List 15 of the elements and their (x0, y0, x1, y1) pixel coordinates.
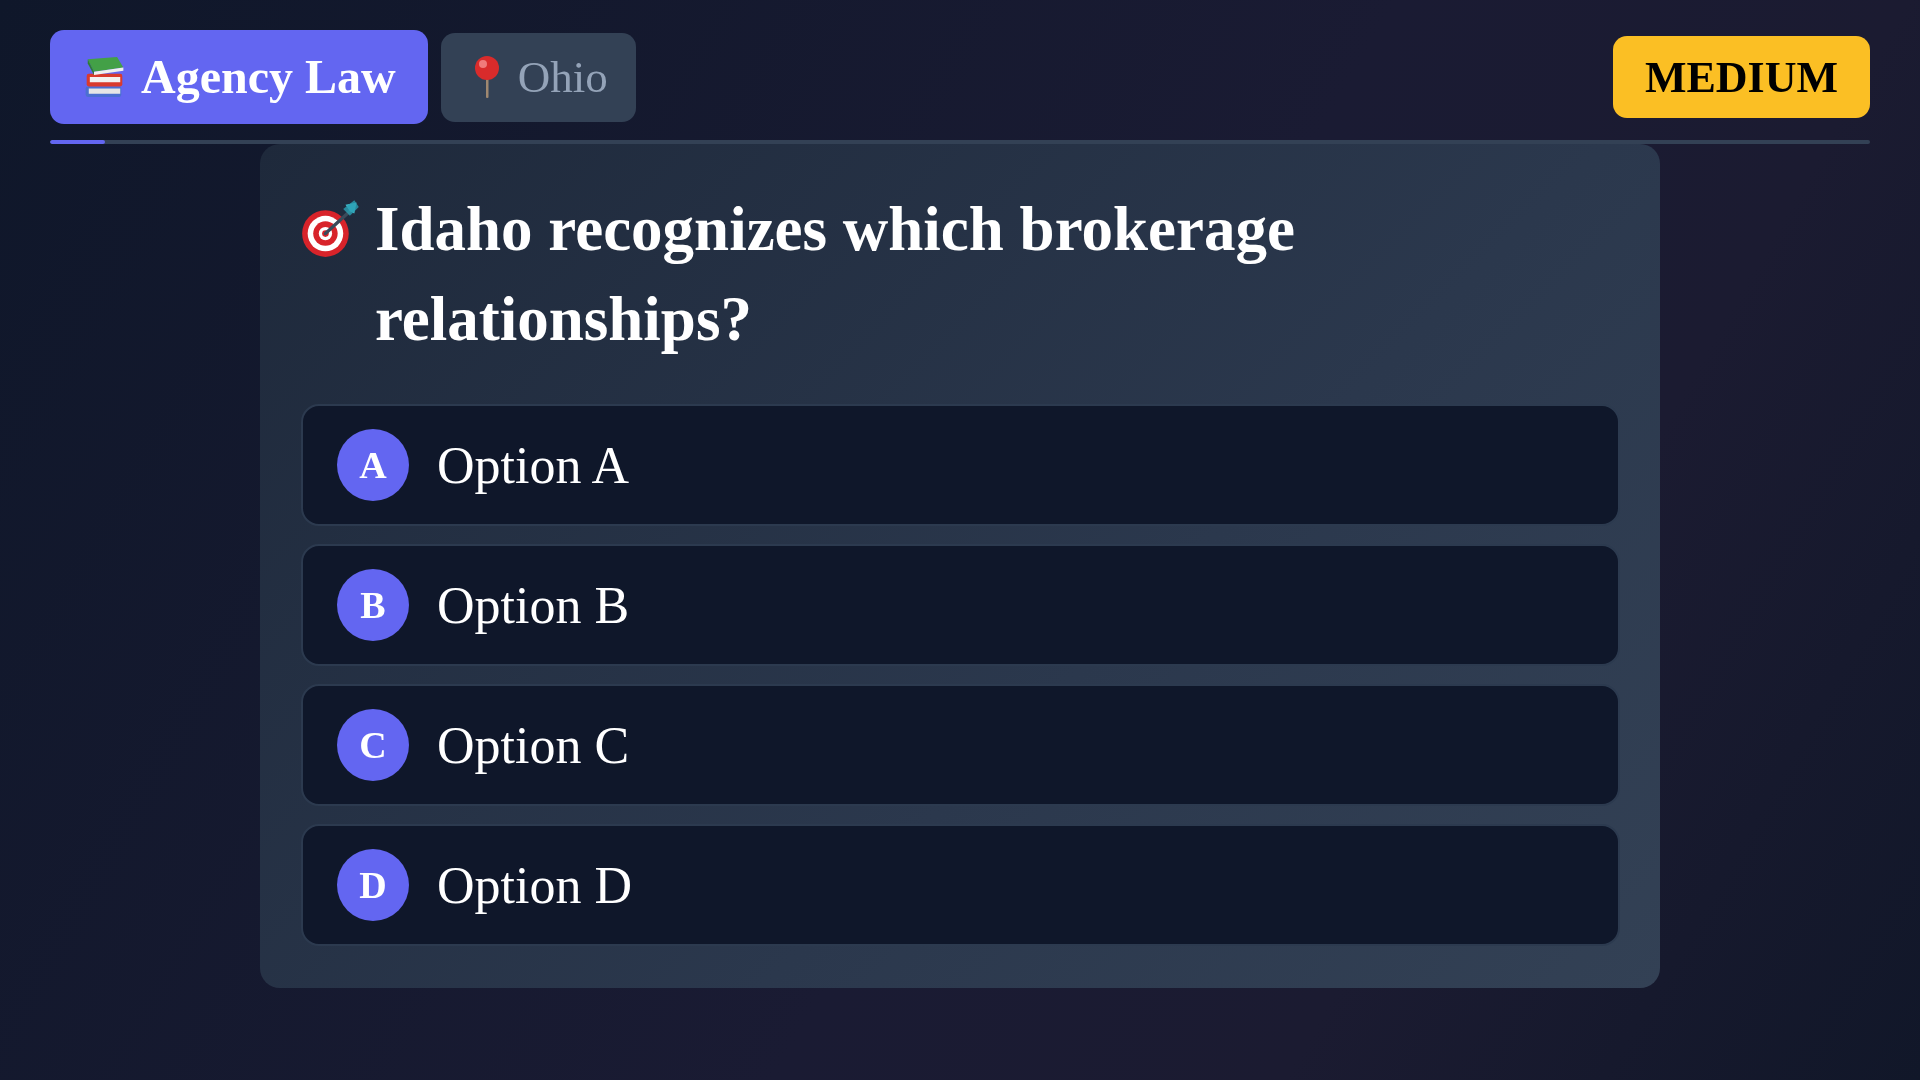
target-icon (301, 198, 361, 258)
books-icon (83, 55, 126, 99)
answer-option[interactable]: C Option C (301, 684, 1620, 806)
pushpin-icon (473, 56, 500, 98)
answer-option[interactable]: B Option B (301, 544, 1620, 666)
location-label: Ohio (517, 54, 608, 100)
difficulty-label: MEDIUM (1612, 36, 1870, 118)
category-label: Agency Law (141, 53, 396, 101)
option-letter: D (337, 849, 409, 921)
option-letter: C (337, 709, 409, 781)
option-letter: A (337, 429, 409, 501)
answer-option[interactable]: A Option A (301, 404, 1620, 526)
answer-option[interactable]: D Option D (301, 824, 1620, 946)
question-text: Idaho recognizes which brokerage relationships? (375, 193, 1296, 356)
option-letter: B (337, 569, 409, 641)
